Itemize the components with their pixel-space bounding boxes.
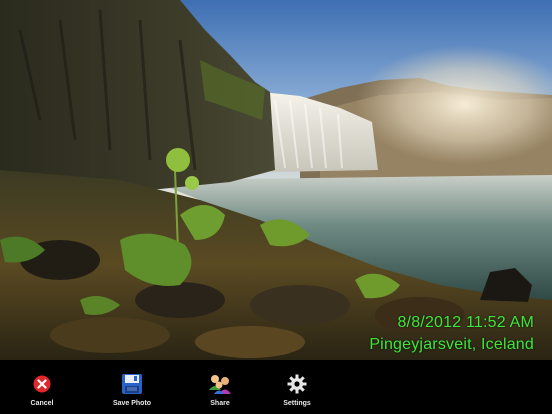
settings-button[interactable]: Settings [262, 372, 332, 410]
waterfall-landscape-image [0, 0, 552, 360]
bottom-toolbar: Cancel Save Photo Share Settings [0, 360, 552, 414]
photo-preview [0, 0, 552, 360]
cancel-icon [30, 372, 54, 396]
settings-label: Settings [283, 400, 311, 407]
cancel-label: Cancel [30, 400, 54, 407]
save-photo-button[interactable]: Save Photo [97, 372, 167, 410]
share-button[interactable]: Share [185, 372, 255, 410]
gear-icon [285, 372, 309, 396]
cancel-button[interactable]: Cancel [7, 372, 77, 410]
floppy-disk-icon [120, 372, 144, 396]
share-label: Share [210, 400, 230, 407]
people-share-icon [208, 372, 232, 396]
save-photo-label: Save Photo [112, 400, 152, 407]
